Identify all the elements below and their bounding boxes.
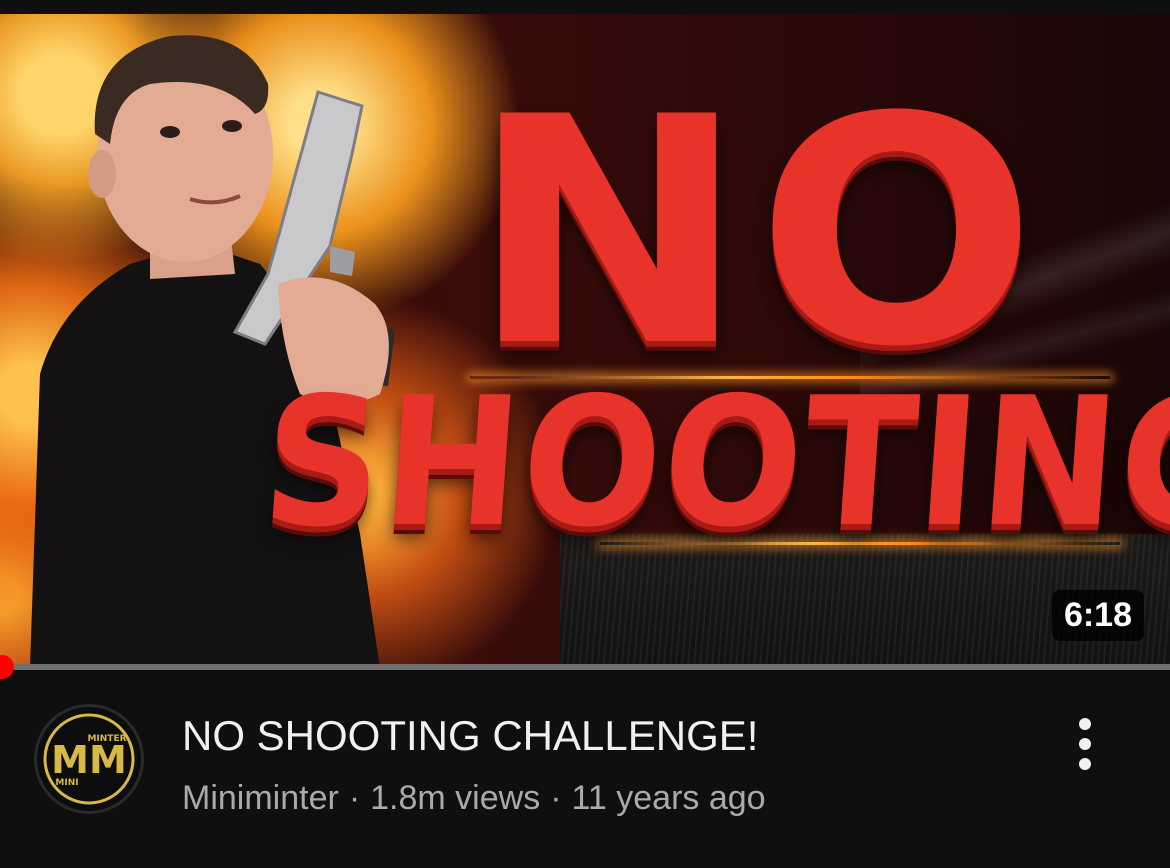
top-bar — [0, 0, 1170, 14]
glow-line — [470, 376, 1110, 379]
light-streaks — [860, 164, 1170, 424]
video-title[interactable]: NO SHOOTING CHALLENGE! — [182, 712, 758, 760]
svg-text:MM: MM — [51, 738, 127, 782]
duration-badge: 6:18 — [1051, 590, 1144, 641]
menu-dot — [1079, 758, 1091, 770]
view-count: 1.8m views — [370, 779, 541, 817]
svg-text:MINTER: MINTER — [87, 734, 126, 744]
upload-age: 11 years ago — [571, 779, 766, 817]
channel-logo-icon: MM MINTER MINI — [43, 713, 135, 805]
glow-line — [600, 542, 1120, 545]
video-thumbnail[interactable]: NO SHOOTING 6:18 — [0, 14, 1170, 668]
separator: · — [348, 779, 361, 817]
more-vertical-icon[interactable] — [1062, 714, 1108, 774]
channel-avatar[interactable]: MM MINTER MINI — [34, 704, 144, 814]
person-with-pistol-image — [30, 35, 395, 668]
channel-name[interactable]: Miniminter — [182, 779, 339, 817]
separator: · — [550, 779, 562, 817]
menu-dot — [1079, 718, 1091, 730]
video-info: MM MINTER MINI NO SHOOTING CHALLENGE! Mi… — [0, 670, 1170, 868]
menu-dot — [1079, 738, 1091, 750]
video-metadata: Miniminter · 1.8m views · 11 years ago — [182, 778, 766, 818]
svg-text:MINI: MINI — [55, 778, 78, 788]
